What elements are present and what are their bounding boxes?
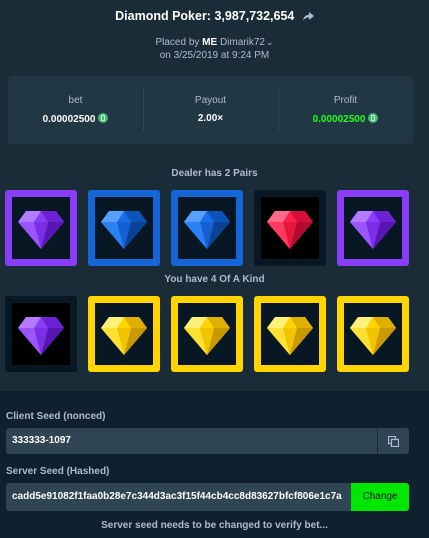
- placed-by-name[interactable]: Dimarik72: [220, 37, 265, 48]
- dealer-card-1: [5, 190, 77, 266]
- btc-coin-icon: [98, 113, 109, 123]
- player-card-3: [171, 296, 243, 372]
- page-title: Diamond Poker: 3,987,732,654: [115, 9, 295, 23]
- profit-value-row: 0.00002500: [278, 113, 413, 125]
- payout-stat: Payout 2.00×: [143, 76, 278, 144]
- client-seed-label: Client Seed (nonced): [6, 411, 106, 422]
- yellow-gem-icon: [101, 317, 147, 355]
- bet-title: Diamond Poker: 3,987,732,654: [0, 9, 429, 24]
- placed-by-user: ME: [202, 37, 218, 48]
- purple-gem-icon: [18, 317, 64, 355]
- dealer-hand-label: Dealer has 2 Pairs: [171, 168, 258, 179]
- yellow-gem-icon: [350, 317, 396, 355]
- copy-icon: [388, 435, 399, 447]
- blue-gem-icon: [184, 211, 230, 249]
- bet-value: 0.00002500: [42, 114, 96, 125]
- server-seed-input[interactable]: cadd5e91082f1faa0b28e7c344d3ac3f15f44cb4…: [6, 483, 351, 511]
- payout-label: Payout: [194, 95, 227, 106]
- purple-gem-icon: [350, 211, 396, 249]
- profit-value: 0.00002500: [312, 114, 366, 125]
- server-seed-label: Server Seed (Hashed): [6, 466, 110, 477]
- player-hand-label: You have 4 Of A Kind: [164, 274, 265, 285]
- verify-note: Server seed needs to be changed to verif…: [101, 520, 328, 531]
- dealer-card-4: [254, 190, 326, 266]
- change-seed-button[interactable]: Change: [351, 483, 409, 511]
- dealer-card-2: [88, 190, 160, 266]
- chevron-down-icon[interactable]: ⌄: [266, 36, 274, 49]
- yellow-gem-icon: [267, 317, 313, 355]
- placed-date: on 3/25/2019 at 9:24 PM: [159, 50, 270, 61]
- copy-button[interactable]: [377, 428, 409, 454]
- placed-info: Placed by ME Dimarik72⌄ on 3/25/2019 at …: [0, 36, 429, 62]
- player-card-4: [254, 296, 326, 372]
- placed-prefix: Placed by: [155, 37, 200, 48]
- blue-gem-icon: [101, 211, 147, 249]
- profit-stat: Profit 0.00002500: [278, 76, 413, 144]
- share-icon[interactable]: [302, 10, 314, 24]
- bet-stat: bet 0.00002500: [8, 76, 143, 144]
- player-card-2: [88, 296, 160, 372]
- dealer-card-5: [337, 190, 409, 266]
- payout-value: 2.00×: [197, 113, 224, 124]
- profit-label: Profit: [333, 95, 358, 106]
- purple-gem-icon: [18, 211, 64, 249]
- bet-value-row: 0.00002500: [8, 113, 143, 125]
- player-card-1: [5, 296, 77, 372]
- red-gem-icon: [267, 211, 313, 249]
- client-seed-input[interactable]: 333333-1097: [6, 428, 377, 454]
- player-card-5: [337, 296, 409, 372]
- bet-stats-panel: bet 0.00002500 Payout 2.00× Profit 0.000…: [8, 76, 413, 144]
- fairness-panel: Client Seed (nonced) 333333-1097 Server …: [0, 391, 429, 538]
- bet-label: bet: [68, 95, 83, 106]
- yellow-gem-icon: [184, 317, 230, 355]
- dealer-card-3: [171, 190, 243, 266]
- btc-coin-icon: [368, 113, 379, 123]
